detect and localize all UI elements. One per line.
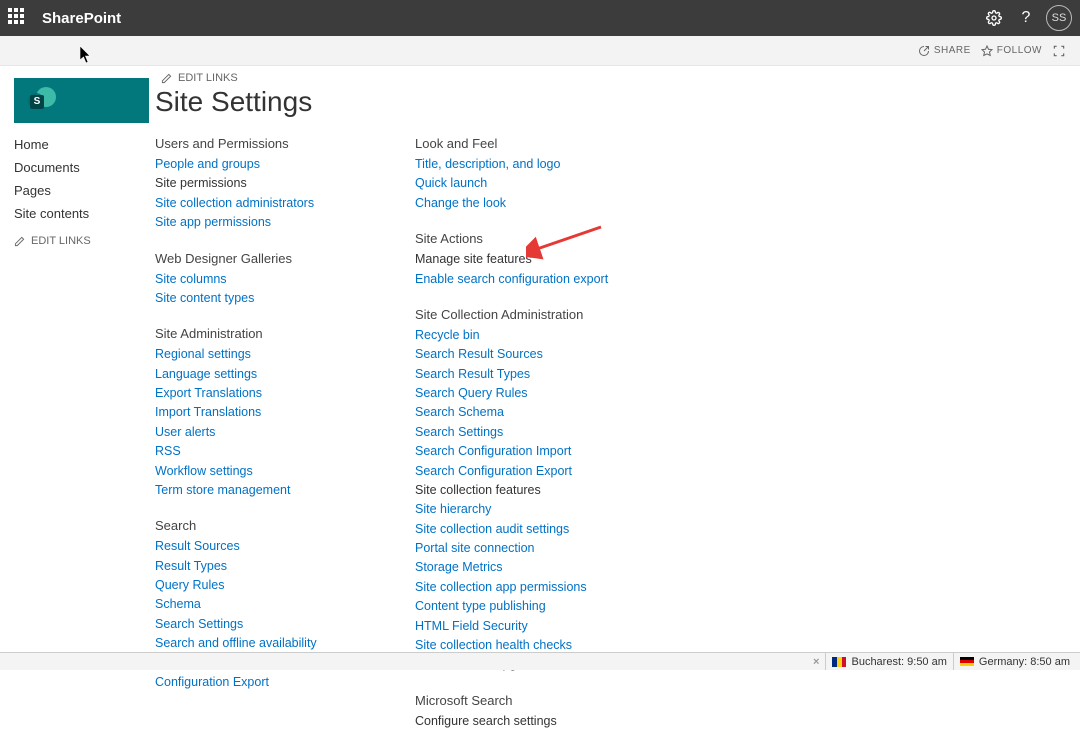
settings-link[interactable]: Recycle bin <box>415 326 675 345</box>
settings-link[interactable]: Title, description, and logo <box>415 155 675 174</box>
settings-link[interactable]: Search Configuration Export <box>415 462 675 481</box>
settings-section: Site Collection Administration Recycle bi… <box>415 307 675 675</box>
quicklaunch-item[interactable]: Pages <box>14 183 155 198</box>
settings-link[interactable]: Schema <box>155 595 415 614</box>
settings-section: Users and PermissionsPeople and groupsSi… <box>155 136 415 233</box>
settings-link[interactable]: Change the look <box>415 194 675 213</box>
settings-section: Site Actions Manage site featuresEnable s… <box>415 231 675 289</box>
brand-label: SharePoint <box>42 10 121 27</box>
left-nav-column: S Home Documents Pages Site contents EDIT L… <box>0 66 155 749</box>
user-avatar[interactable]: SS <box>1046 5 1072 31</box>
tray-close-icon[interactable]: × <box>813 656 819 668</box>
settings-link[interactable]: Site app permissions <box>155 213 415 232</box>
settings-link[interactable]: Query Rules <box>155 576 415 595</box>
settings-link[interactable]: Quick launch <box>415 174 675 193</box>
clock-bucharest[interactable]: Bucharest: 9:50 am <box>825 653 952 670</box>
page-title: Site Settings <box>155 86 675 118</box>
app-launcher-icon[interactable] <box>8 8 28 28</box>
flag-germany-icon <box>960 657 974 667</box>
settings-link[interactable]: Site content types <box>155 289 415 308</box>
settings-link[interactable]: Configuration Export <box>155 673 415 692</box>
settings-link[interactable]: Regional settings <box>155 345 415 364</box>
help-icon[interactable]: ? <box>1010 2 1042 34</box>
section-title: Microsoft Search <box>415 693 675 708</box>
quick-launch-nav: Home Documents Pages Site contents <box>14 137 155 221</box>
settings-link[interactable]: Result Types <box>155 557 415 576</box>
suite-nav-header: SharePoint ? SS <box>0 0 1080 36</box>
quicklaunch-item[interactable]: Documents <box>14 160 155 175</box>
section-title: Site Collection Administration <box>415 307 675 322</box>
focus-icon[interactable] <box>1052 44 1070 58</box>
settings-link[interactable]: Enable search configuration export <box>415 270 675 289</box>
settings-link[interactable]: Workflow settings <box>155 462 415 481</box>
share-button[interactable]: SHARE <box>918 45 971 57</box>
clock-germany[interactable]: Germany: 8:50 am <box>953 653 1076 670</box>
quicklaunch-item[interactable]: Home <box>14 137 155 152</box>
settings-link[interactable]: Site permissions <box>155 174 415 193</box>
settings-link[interactable]: User alerts <box>155 423 415 442</box>
settings-link[interactable]: Search Result Sources <box>415 345 675 364</box>
settings-link[interactable]: RSS <box>155 442 415 461</box>
follow-button[interactable]: FOLLOW <box>981 45 1042 57</box>
settings-link[interactable]: Search Settings <box>155 615 415 634</box>
system-taskbar: × Bucharest: 9:50 am Germany: 8:50 am <box>0 652 1080 670</box>
edit-links-topnav[interactable]: EDIT LINKS <box>161 72 675 84</box>
settings-link[interactable]: Result Sources <box>155 537 415 556</box>
settings-link[interactable]: Import Translations <box>155 403 415 422</box>
follow-label: FOLLOW <box>997 45 1042 56</box>
section-title: Look and Feel <box>415 136 675 151</box>
settings-link[interactable]: Search Result Types <box>415 365 675 384</box>
site-logo-tile[interactable]: S <box>14 78 149 123</box>
settings-link[interactable]: Search and offline availability <box>155 634 415 653</box>
settings-link[interactable]: Search Schema <box>415 403 675 422</box>
settings-link[interactable]: Language settings <box>155 365 415 384</box>
section-title: Site Actions <box>415 231 675 246</box>
settings-section: Web Designer Galleries Site columnsSite c… <box>155 251 415 309</box>
settings-section: Look and Feel Title, description, and log… <box>415 136 675 213</box>
settings-link[interactable]: Storage Metrics <box>415 558 675 577</box>
settings-section: Site Administration Regional settingsLang… <box>155 326 415 500</box>
settings-link[interactable]: Search Query Rules <box>415 384 675 403</box>
settings-link[interactable]: Site columns <box>155 270 415 289</box>
quicklaunch-item[interactable]: Site contents <box>14 206 155 221</box>
content-column: EDIT LINKS Site Settings Users and Permi… <box>155 66 675 749</box>
settings-link[interactable]: People and groups <box>155 155 415 174</box>
settings-link[interactable]: Portal site connection <box>415 539 675 558</box>
section-title: Site Administration <box>155 326 415 341</box>
settings-link[interactable]: Manage site features <box>415 250 675 269</box>
settings-link[interactable]: Site collection app permissions <box>415 578 675 597</box>
settings-link[interactable]: Site collection audit settings <box>415 520 675 539</box>
main-container: S Home Documents Pages Site contents EDIT L… <box>0 66 1080 749</box>
settings-link[interactable]: Content type publishing <box>415 597 675 616</box>
settings-link[interactable]: Export Translations <box>155 384 415 403</box>
flag-romania-icon <box>832 657 846 667</box>
share-label: SHARE <box>934 45 971 56</box>
section-title: Search <box>155 518 415 533</box>
settings-link[interactable]: Configure search settings <box>415 712 675 731</box>
settings-link[interactable]: HTML Field Security <box>415 617 675 636</box>
settings-link[interactable]: Term store management <box>155 481 415 500</box>
section-title: Web Designer Galleries <box>155 251 415 266</box>
settings-link[interactable]: Site collection features <box>415 481 675 500</box>
edit-links-quicklaunch[interactable]: EDIT LINKS <box>14 235 155 247</box>
settings-link[interactable]: Site hierarchy <box>415 500 675 519</box>
settings-link[interactable]: Search Configuration Import <box>415 442 675 461</box>
page-actions-row: SHARE FOLLOW <box>0 36 1080 66</box>
sharepoint-logo-icon: S <box>28 87 56 115</box>
settings-link[interactable]: Search Settings <box>415 423 675 442</box>
settings-link[interactable]: Site collection administrators <box>155 194 415 213</box>
section-title: Users and Permissions <box>155 136 415 151</box>
settings-section: Microsoft Search Configure search setting… <box>415 693 675 731</box>
settings-icon[interactable] <box>978 2 1010 34</box>
